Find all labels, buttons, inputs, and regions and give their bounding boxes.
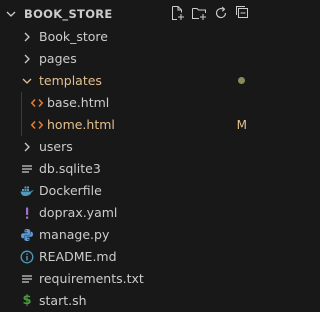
workspace-title: BOOK_STORE: [24, 7, 113, 21]
tree-item-doprax-yaml[interactable]: doprax.yaml: [0, 202, 259, 224]
tree-item-base-html[interactable]: base.html: [0, 92, 259, 114]
modified-dot: [238, 77, 245, 84]
tree-item-users-folder[interactable]: users: [0, 136, 259, 158]
tree-item-label: manage.py: [39, 227, 110, 242]
python-icon: [20, 228, 34, 242]
tree-item-dockerfile[interactable]: Dockerfile: [0, 180, 259, 202]
file-tree: Book_store pages templates base.html hom…: [0, 26, 259, 312]
chevron-right-icon: [20, 52, 34, 66]
tree-item-book-store-folder[interactable]: Book_store: [0, 26, 259, 48]
tree-item-db-sqlite3[interactable]: db.sqlite3: [0, 158, 259, 180]
lines-file-icon: [20, 272, 34, 286]
lines-file-icon: [20, 162, 34, 176]
tree-item-label: Book_store: [39, 29, 108, 44]
tree-item-label: db.sqlite3: [39, 161, 101, 176]
tree-item-requirements-txt[interactable]: requirements.txt: [0, 268, 259, 290]
chevron-right-icon: [20, 140, 34, 154]
git-status-modified: M: [236, 118, 247, 132]
tree-item-label: users: [39, 139, 73, 154]
tree-item-readme-md[interactable]: README.md: [0, 246, 259, 268]
tree-item-templates-folder[interactable]: templates: [0, 70, 259, 92]
chevron-down-icon: [20, 74, 34, 88]
info-icon: [20, 250, 34, 264]
tree-item-label: start.sh: [39, 293, 87, 308]
tree-item-manage-py[interactable]: manage.py: [0, 224, 259, 246]
tree-item-label: base.html: [47, 95, 110, 110]
refresh-icon[interactable]: [213, 5, 229, 21]
new-file-icon[interactable]: [169, 5, 185, 21]
chevron-right-icon: [20, 30, 34, 44]
tree-item-start-sh[interactable]: $ start.sh: [0, 290, 259, 312]
tree-item-home-html[interactable]: home.html M: [0, 114, 259, 136]
new-folder-icon[interactable]: [191, 5, 207, 21]
tree-item-pages-folder[interactable]: pages: [0, 48, 259, 70]
tree-item-label: README.md: [39, 249, 117, 264]
explorer-header[interactable]: BOOK_STORE: [0, 0, 259, 28]
tree-item-label: home.html: [47, 117, 115, 132]
exclamation-icon: [20, 206, 34, 220]
tree-item-label: pages: [39, 51, 77, 66]
chevron-down-icon[interactable]: [5, 8, 17, 20]
docker-icon: [20, 184, 34, 198]
collapse-all-icon[interactable]: [235, 5, 251, 21]
tree-item-label: requirements.txt: [39, 271, 144, 286]
explorer-actions: [169, 5, 251, 21]
tree-item-label: doprax.yaml: [39, 205, 118, 220]
dollar-icon: $: [22, 293, 32, 308]
html-file-icon: [30, 118, 44, 132]
file-explorer: BOOK_STORE Book_store pages templates ba…: [0, 0, 259, 312]
html-file-icon: [30, 96, 44, 110]
tree-item-label: Dockerfile: [39, 183, 102, 198]
tree-item-label: templates: [39, 73, 102, 88]
